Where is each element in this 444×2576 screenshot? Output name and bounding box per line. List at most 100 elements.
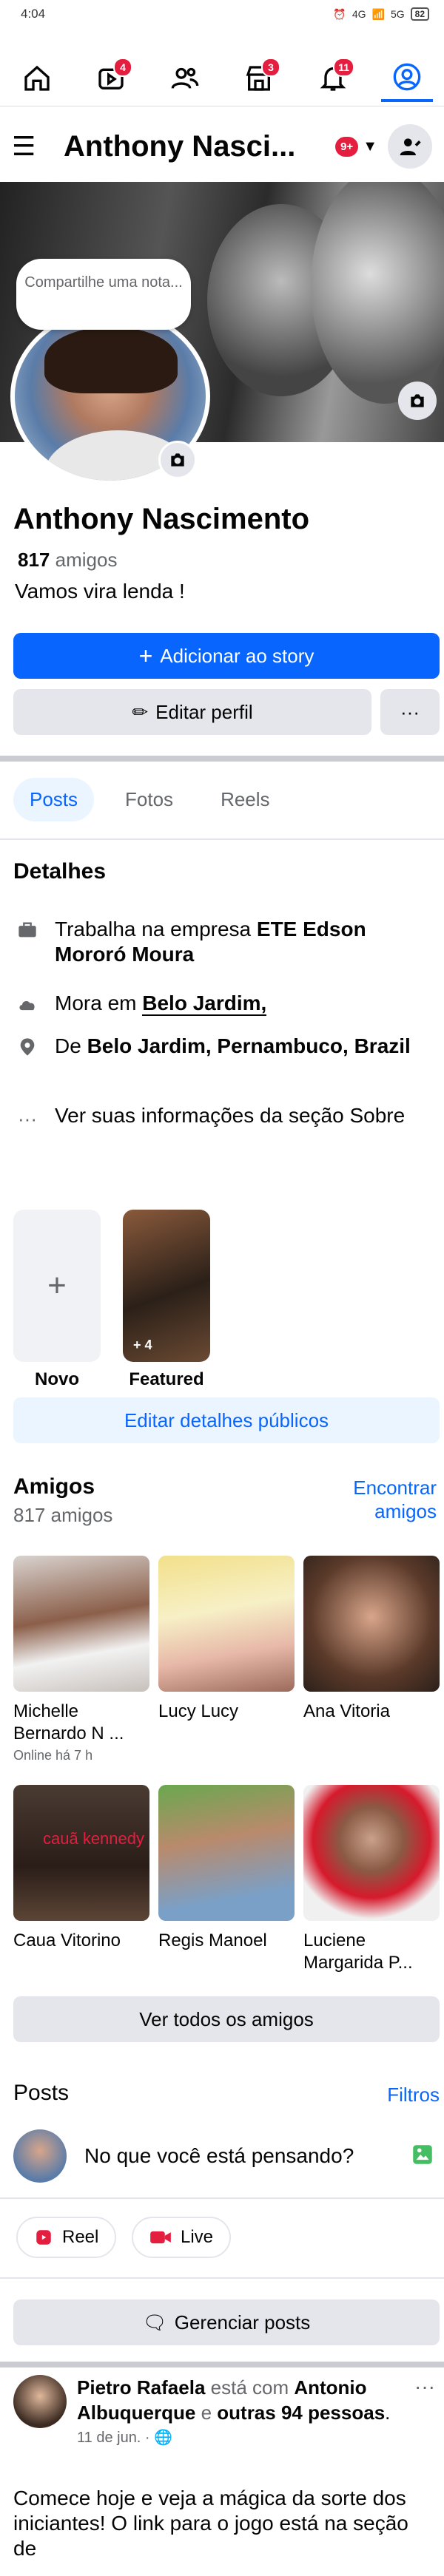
plus-icon: + [47,1267,67,1304]
tab-reels[interactable]: Reels [204,778,286,821]
friend-card[interactable]: Lucy Lucy [158,1556,295,1723]
post-author[interactable]: Pietro Rafaela [77,2376,205,2399]
featured-count: + 4 [133,1338,152,1352]
chevron-down-icon[interactable]: ▼ [363,138,377,155]
composer-divider [0,2197,444,2199]
profile-tabs: Posts Fotos Reels [13,778,286,821]
composer-placeholder[interactable]: No que você está pensando? [84,2144,392,2168]
friend-card[interactable]: Ana Vitoria [303,1556,440,1723]
nav-video[interactable]: 4 [85,55,137,102]
section-divider [0,756,444,762]
pencil-icon: ✏ [132,700,149,723]
see-all-friends-button[interactable]: Ver todos os amigos [13,1996,440,2042]
profile-icon [393,63,421,90]
briefcase-icon [13,917,41,967]
more-icon: ··· [400,700,420,723]
post-author-avatar[interactable] [13,2375,67,2428]
friend-photo: cauã kennedy [13,1785,149,1921]
post-body: Comece hoje e veja a mágica da sorte dos… [13,2487,408,2560]
featured-label: Featured [129,1369,204,1389]
friend-photo [303,1785,440,1921]
featured-highlight[interactable]: + 4 [123,1210,210,1362]
profile-name: Anthony Nascimento [13,503,310,535]
header-title: Anthony Nasci... [64,129,296,163]
camera-icon [411,394,424,407]
profile-header: ☰ Anthony Nasci... 9+ ▼ [0,111,444,182]
friends-number: 817 [18,549,50,571]
friend-photo [303,1556,440,1692]
friend-name: Lucy Lucy [158,1701,239,1721]
edit-public-details-button[interactable]: Editar detalhes públicos [13,1397,440,1443]
signal-label-left: 4G [352,8,366,20]
tabs-divider [0,838,444,840]
tab-posts[interactable]: Posts [13,778,95,821]
more-options-button[interactable]: ··· [380,689,440,735]
detail-lives-text: Mora em Belo Jardim, [55,991,267,1016]
friend-photo [13,1556,149,1692]
live-label: Live [181,2227,214,2247]
friend-photo [158,1785,295,1921]
nav-home[interactable] [11,55,63,102]
friends-word: amigos [55,549,118,571]
filters-link[interactable]: Filtros [387,2084,440,2106]
posts-title: Posts [13,2081,70,2105]
friend-card[interactable]: Michelle Bernardo N ... Online há 7 h [13,1556,149,1763]
plus-icon: + [138,642,153,669]
post-more-icon[interactable]: ··· [414,2375,435,2447]
pills-divider [0,2277,444,2279]
nav-notifications[interactable]: 11 [307,55,359,102]
friends-icon [171,67,199,89]
status-time: 4:04 [21,7,46,21]
friend-card[interactable]: Regis Manoel [158,1785,295,1952]
live-button[interactable]: Live [132,2217,232,2258]
location-pin-icon [13,1034,41,1059]
nav-friends[interactable] [159,55,211,102]
avatar-hair [44,327,178,393]
reel-label: Reel [62,2227,99,2247]
post-composer[interactable]: No que você está pensando? [13,2129,435,2183]
header-notif-badge[interactable]: 9+ [335,136,359,157]
detail-from: De Belo Jardim, Pernambuco, Brazil [13,1034,435,1059]
manage-posts-button[interactable]: 🗨 Gerenciar posts [13,2299,440,2345]
add-story-label: Adicionar ao story [160,644,314,667]
edit-profile-label: Editar perfil [155,700,253,723]
globe-icon: 🌐 [154,2430,173,2446]
nav-marketplace[interactable]: 3 [233,55,285,102]
friends-title: Amigos [13,1474,95,1499]
from-place[interactable]: Belo Jardim, Pernambuco, Brazil [87,1034,411,1057]
account-switch-button[interactable] [388,124,432,169]
status-bar: 4:04 ⏰ 4G 📶 5G 82 [0,0,444,28]
edit-profile-button[interactable]: ✏ Editar perfil [13,689,371,735]
manage-icon: 🗨 [142,2311,167,2333]
nav-profile[interactable] [381,55,433,102]
manage-posts-label: Gerenciar posts [174,2311,311,2333]
reel-button[interactable]: Reel [16,2217,117,2258]
from-prefix: De [55,1034,87,1057]
home-icon [24,65,50,91]
tab-fotos[interactable]: Fotos [109,778,189,821]
status-icons: ⏰ 4G 📶 5G 82 [333,7,429,21]
menu-icon[interactable]: ☰ [12,131,46,162]
friend-name: Caua Vitorino [13,1931,121,1950]
post-others[interactable]: outras 94 pessoas [217,2402,385,2424]
signal-label-right: 5G [390,8,405,20]
friends-count[interactable]: 817 amigos [18,549,117,572]
post-date-text: 11 de jun. · [77,2430,155,2446]
avatar-camera-button[interactable] [158,441,197,479]
friend-card[interactable]: cauã kennedy Caua Vitorino [13,1785,149,1952]
friends-total: 817 amigos [13,1504,113,1526]
add-story-button[interactable]: + Adicionar ao story [13,633,440,679]
detail-about-link[interactable]: ··· Ver suas informações da seção Sobre [13,1103,435,1131]
post-header: Pietro Rafaela está com Antonio Albuquer… [13,2375,435,2447]
find-friends-link[interactable]: Encontrar amigos [326,1476,437,1523]
cover-camera-button[interactable] [398,382,437,420]
new-highlight-button[interactable]: + [13,1210,101,1362]
notifications-badge: 11 [333,57,354,77]
post-meta: Pietro Rafaela está com Antonio Albuquer… [77,2375,404,2425]
post-period: . [385,2402,391,2424]
friend-card[interactable]: Luciene Margarida P... [303,1785,440,1974]
photo-icon[interactable] [410,2142,435,2171]
lives-place[interactable]: Belo Jardim, [142,992,267,1016]
note-bubble[interactable]: Compartilhe uma nota... [16,259,191,330]
alarm-icon: ⏰ [333,7,346,20]
